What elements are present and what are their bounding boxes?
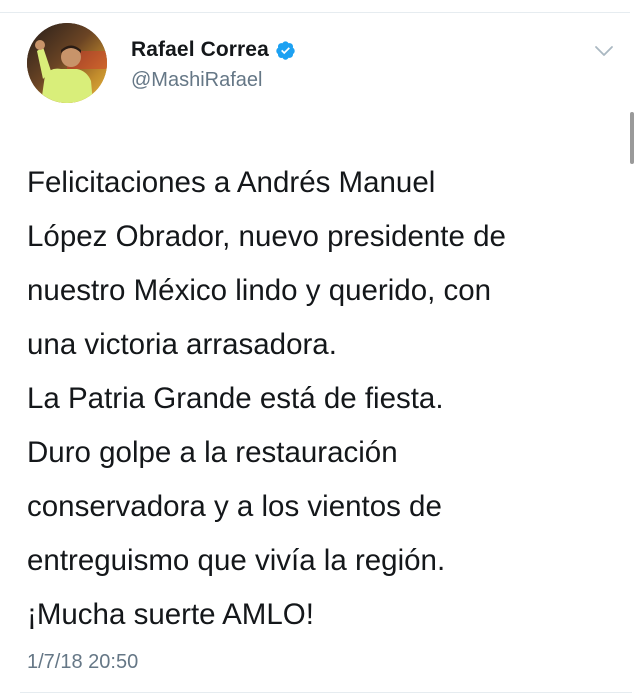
tweet-text-line: Felicitaciones a Andrés Manuel <box>27 166 436 199</box>
author-name-row[interactable]: Rafael Correa <box>131 36 296 64</box>
top-divider <box>0 12 630 13</box>
verified-badge-icon <box>275 40 296 61</box>
tweet-text-line: ¡Mucha suerte AMLO! <box>27 598 314 631</box>
tweet-card: Rafael Correa @MashiRafael Felicitacione… <box>0 0 639 698</box>
tweet-text-line: entreguismo que vivía la región. <box>27 544 446 577</box>
author-display-name[interactable]: Rafael Correa <box>131 38 269 62</box>
author-handle[interactable]: @MashiRafael <box>131 69 262 92</box>
tweet-text: Felicitaciones a Andrés Manuel López Obr… <box>27 156 622 642</box>
tweet-text-line: una victoria arrasadora. <box>27 328 337 361</box>
scrollbar[interactable] <box>630 112 634 164</box>
avatar[interactable] <box>27 23 107 103</box>
tweet-text-line: La Patria Grande está de fiesta. <box>27 382 444 415</box>
tweet-text-line: Duro golpe a la restauración <box>27 436 398 469</box>
tweet-text-line: conservadora y a los vientos de <box>27 490 442 523</box>
tweet-timestamp[interactable]: 1/7/18 20:50 <box>27 651 138 674</box>
bottom-divider <box>20 692 632 693</box>
tweet-text-line: López Obrador, nuevo presidente de <box>27 220 506 253</box>
tweet-text-line: nuestro México lindo y querido, con <box>27 274 492 307</box>
chevron-down-icon[interactable] <box>594 44 614 58</box>
